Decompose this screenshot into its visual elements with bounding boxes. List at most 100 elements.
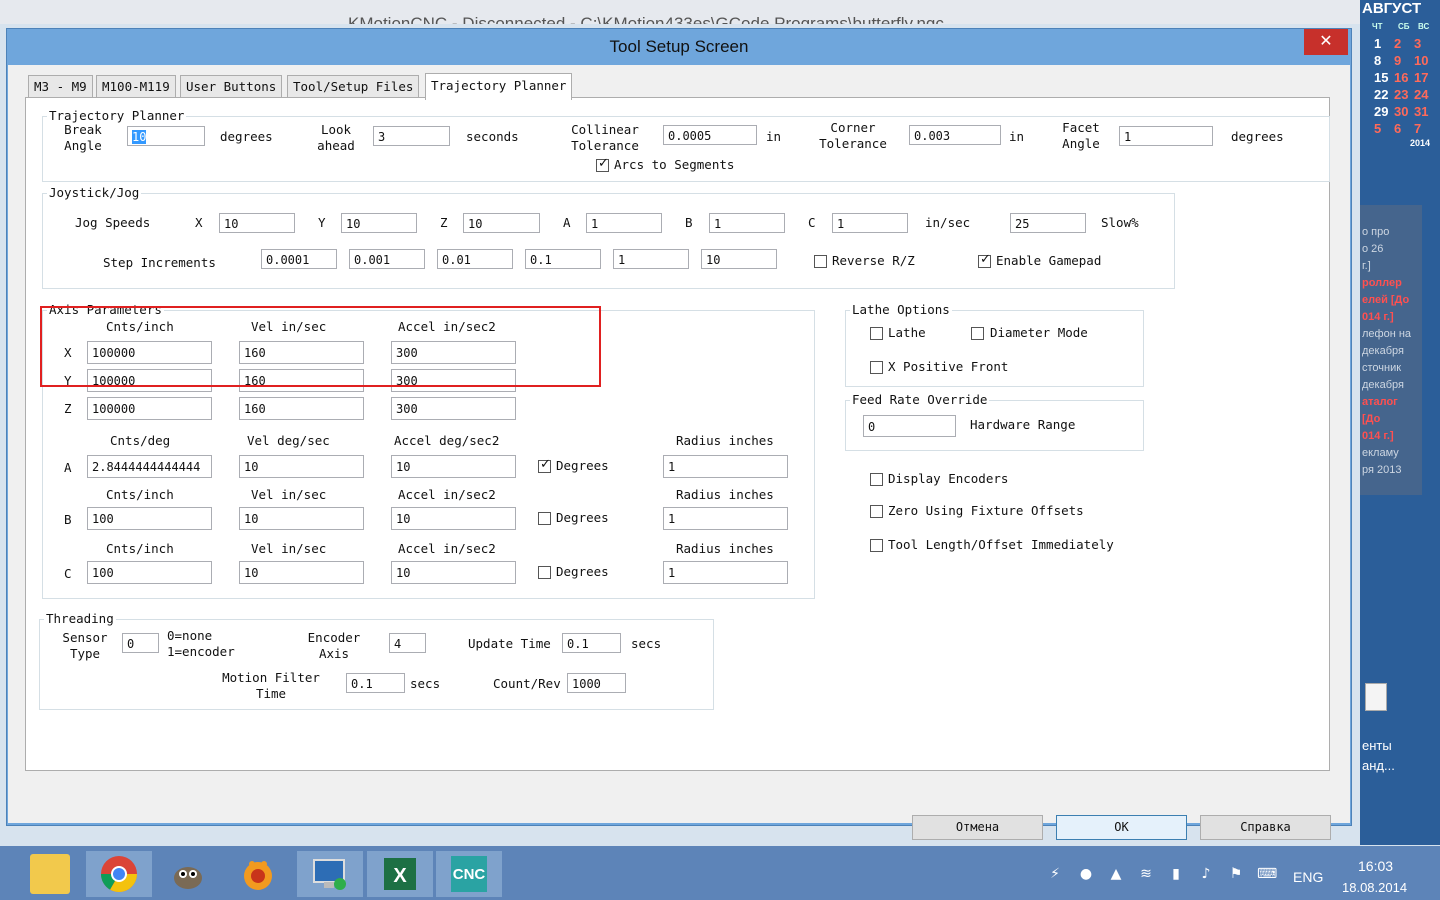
desktop-file-icon[interactable] xyxy=(1365,683,1387,711)
gadget-line: декабря xyxy=(1362,379,1404,391)
tray-power-icon[interactable]: ⚡ xyxy=(1046,866,1064,882)
ok-button[interactable]: OK xyxy=(1056,815,1187,840)
taskbar-chrome[interactable] xyxy=(86,851,152,897)
taskbar-file-explorer[interactable] xyxy=(17,851,83,897)
jog-axis-c-label: C xyxy=(808,215,816,230)
taskbar-remote-desktop[interactable] xyxy=(297,851,363,897)
corner-input[interactable]: 0.003 xyxy=(909,125,1001,145)
step-increment-4-input[interactable]: 0.1 xyxy=(525,249,601,269)
diameter-mode-checkbox[interactable] xyxy=(971,327,984,340)
arcs-to-segments-label: Arcs to Segments xyxy=(614,157,735,172)
axis-a-degrees-checkbox[interactable]: ✓ xyxy=(538,457,551,473)
display-encoders-checkbox[interactable] xyxy=(870,473,883,486)
axis-z-accel-input[interactable]: 300 xyxy=(391,397,516,420)
highlight-box xyxy=(40,306,601,387)
tool-length-offset-checkbox[interactable] xyxy=(870,539,883,552)
sensor-type-input[interactable]: 0 xyxy=(122,633,159,653)
encoder-axis-input[interactable]: 4 xyxy=(389,633,426,653)
clock-time[interactable]: 16:03 xyxy=(1358,858,1393,874)
jog-slow-input[interactable]: 25 xyxy=(1010,213,1086,233)
axis-a-radius-input[interactable]: 1 xyxy=(663,455,788,478)
axis-c-accel-input[interactable]: 10 xyxy=(391,561,516,584)
axis-b-degrees-checkbox[interactable] xyxy=(538,512,551,525)
step-increment-3-input[interactable]: 0.01 xyxy=(437,249,513,269)
help-button[interactable]: Справка xyxy=(1200,815,1331,840)
jog-speed-a-input[interactable]: 1 xyxy=(586,213,662,233)
tray-signal-icon[interactable]: ▮ xyxy=(1167,866,1185,882)
clock-date[interactable]: 18.08.2014 xyxy=(1342,880,1407,895)
enable-gamepad-checkbox[interactable]: ✓ xyxy=(978,252,991,268)
reverse-rz-checkbox[interactable] xyxy=(814,255,827,268)
motion-filter-input[interactable]: 0.1 xyxy=(346,673,405,693)
step-increment-2-input[interactable]: 0.001 xyxy=(349,249,425,269)
tab-m3-m9[interactable]: M3 - M9 xyxy=(28,75,93,98)
axis-z-label: Z xyxy=(64,401,72,416)
tab-user-buttons[interactable]: User Buttons xyxy=(180,75,283,98)
calendar-day: 6 xyxy=(1394,121,1402,136)
close-button[interactable]: ✕ xyxy=(1304,29,1348,55)
taskbar-excel[interactable]: X xyxy=(367,851,433,897)
tray-volume-icon[interactable]: ♪ xyxy=(1197,866,1215,882)
tab-trajectory-planner[interactable]: Trajectory Planner xyxy=(425,73,573,100)
header-cnts-inch-c: Cnts/inch xyxy=(106,541,174,556)
axis-z-vel-input[interactable]: 160 xyxy=(239,397,364,420)
axis-b-cnts-input[interactable]: 100 xyxy=(87,507,212,530)
taskbar-gimp[interactable] xyxy=(155,851,221,897)
axis-c-radius-input[interactable]: 1 xyxy=(663,561,788,584)
axis-b-radius-input[interactable]: 1 xyxy=(663,507,788,530)
tray-network-icon[interactable]: ≋ xyxy=(1137,866,1155,882)
diameter-mode-label: Diameter Mode xyxy=(990,325,1088,340)
facet-input[interactable]: 1 xyxy=(1119,126,1213,146)
axis-a-vel-input[interactable]: 10 xyxy=(239,455,364,478)
checkmark-icon: ✓ xyxy=(980,252,991,267)
break-angle-input[interactable]: 10 xyxy=(127,126,205,146)
update-time-input[interactable]: 0.1 xyxy=(562,633,621,653)
step-increment-6-input[interactable]: 10 xyxy=(701,249,777,269)
calendar-month: АВГУСТ xyxy=(1362,0,1422,17)
axis-c-degrees-checkbox[interactable] xyxy=(538,566,551,579)
jog-speed-c-input[interactable]: 1 xyxy=(832,213,908,233)
axis-a-accel-input[interactable]: 10 xyxy=(391,455,516,478)
arcs-to-segments-checkbox[interactable]: ✓ xyxy=(596,156,609,172)
count-rev-input[interactable]: 1000 xyxy=(567,673,626,693)
jog-speed-x-input[interactable]: 10 xyxy=(219,213,295,233)
lathe-options-group: Lathe Options xyxy=(845,302,1144,387)
step-increments-label: Step Increments xyxy=(103,255,216,270)
taskbar-media[interactable] xyxy=(225,851,291,897)
axis-a-cnts-input[interactable]: 2.8444444444444 xyxy=(87,455,212,478)
axis-z-cnts-input[interactable]: 100000 xyxy=(87,397,212,420)
cancel-button[interactable]: Отмена xyxy=(912,815,1043,840)
x-positive-front-checkbox[interactable] xyxy=(870,361,883,374)
tray-keyboard-icon[interactable]: ⌨ xyxy=(1257,866,1277,882)
axis-c-vel-input[interactable]: 10 xyxy=(239,561,364,584)
axis-b-accel-input[interactable]: 10 xyxy=(391,507,516,530)
jog-speed-z-input[interactable]: 10 xyxy=(463,213,540,233)
step-increment-5-input[interactable]: 1 xyxy=(613,249,689,269)
excel-icon: X xyxy=(384,858,416,890)
encoder-axis-label: Encoder Axis xyxy=(307,630,361,661)
news-gadget[interactable]: о про о 26 г.] роллер елей [До 014 г.] лефон н… xyxy=(1360,205,1422,495)
tray-upload-icon[interactable]: ▲ xyxy=(1107,866,1125,882)
tab-tool-setup-files[interactable]: Tool/Setup Files xyxy=(287,75,420,98)
lathe-checkbox[interactable] xyxy=(870,327,883,340)
taskbar-kmotion[interactable]: CNC xyxy=(436,851,502,897)
step-increment-1-input[interactable]: 0.0001 xyxy=(261,249,337,269)
calendar-day: 31 xyxy=(1414,104,1429,119)
look-ahead-input[interactable]: 3 xyxy=(373,126,450,146)
jog-speed-b-input[interactable]: 1 xyxy=(709,213,785,233)
axis-a-label: A xyxy=(64,460,72,475)
tray-messenger-icon[interactable]: ● xyxy=(1077,866,1095,882)
axis-b-vel-input[interactable]: 10 xyxy=(239,507,364,530)
tab-m100-m119[interactable]: M100-M119 xyxy=(96,75,176,98)
gadget-line: декабря xyxy=(1362,345,1404,357)
header-vel-in-sec-c: Vel in/sec xyxy=(251,541,327,556)
checkmark-icon: ✓ xyxy=(540,457,551,472)
axis-c-cnts-input[interactable]: 100 xyxy=(87,561,212,584)
tray-flag-icon[interactable]: ⚑ xyxy=(1227,866,1245,882)
language-indicator[interactable]: ENG xyxy=(1293,869,1323,885)
collinear-input[interactable]: 0.0005 xyxy=(663,125,757,145)
zero-fixture-offsets-checkbox[interactable] xyxy=(870,505,883,518)
taskbar: X CNC ⚡ ● ▲ ≋ ▮ ♪ ⚑ ⌨ ENG 16:03 18.08.20… xyxy=(0,846,1440,900)
feed-rate-input[interactable]: 0 xyxy=(863,415,956,437)
jog-speed-y-input[interactable]: 10 xyxy=(341,213,417,233)
